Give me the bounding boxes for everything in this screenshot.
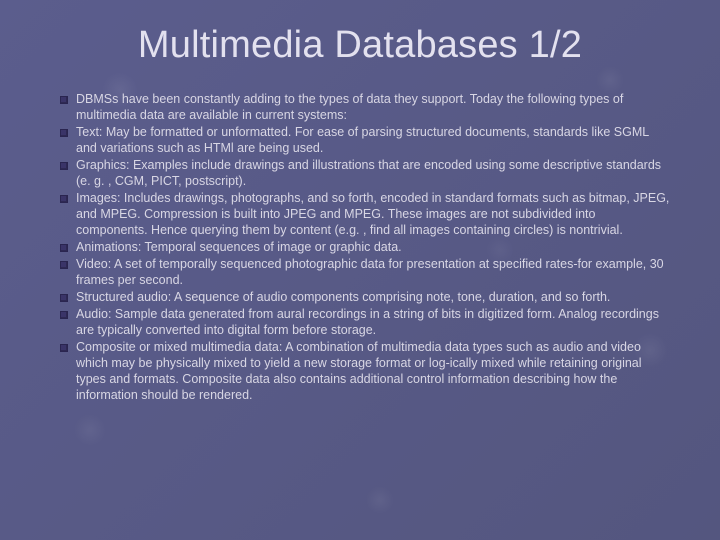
list-item: Graphics: Examples include drawings and … xyxy=(60,157,670,189)
list-item: Audio: Sample data generated from aural … xyxy=(60,306,670,338)
list-item: Composite or mixed multimedia data: A co… xyxy=(60,339,670,403)
list-item: Structured audio: A sequence of audio co… xyxy=(60,289,670,305)
list-item: Text: May be formatted or unformatted. F… xyxy=(60,124,670,156)
slide: Multimedia Databases 1/2 DBMSs have been… xyxy=(0,0,720,540)
list-item: Animations: Temporal sequences of image … xyxy=(60,239,670,255)
list-item: Video: A set of temporally sequenced pho… xyxy=(60,256,670,288)
bullet-list: DBMSs have been constantly adding to the… xyxy=(50,91,670,403)
slide-title: Multimedia Databases 1/2 xyxy=(50,24,670,67)
list-item: Images: Includes drawings, photographs, … xyxy=(60,190,670,238)
list-item: DBMSs have been constantly adding to the… xyxy=(60,91,670,123)
